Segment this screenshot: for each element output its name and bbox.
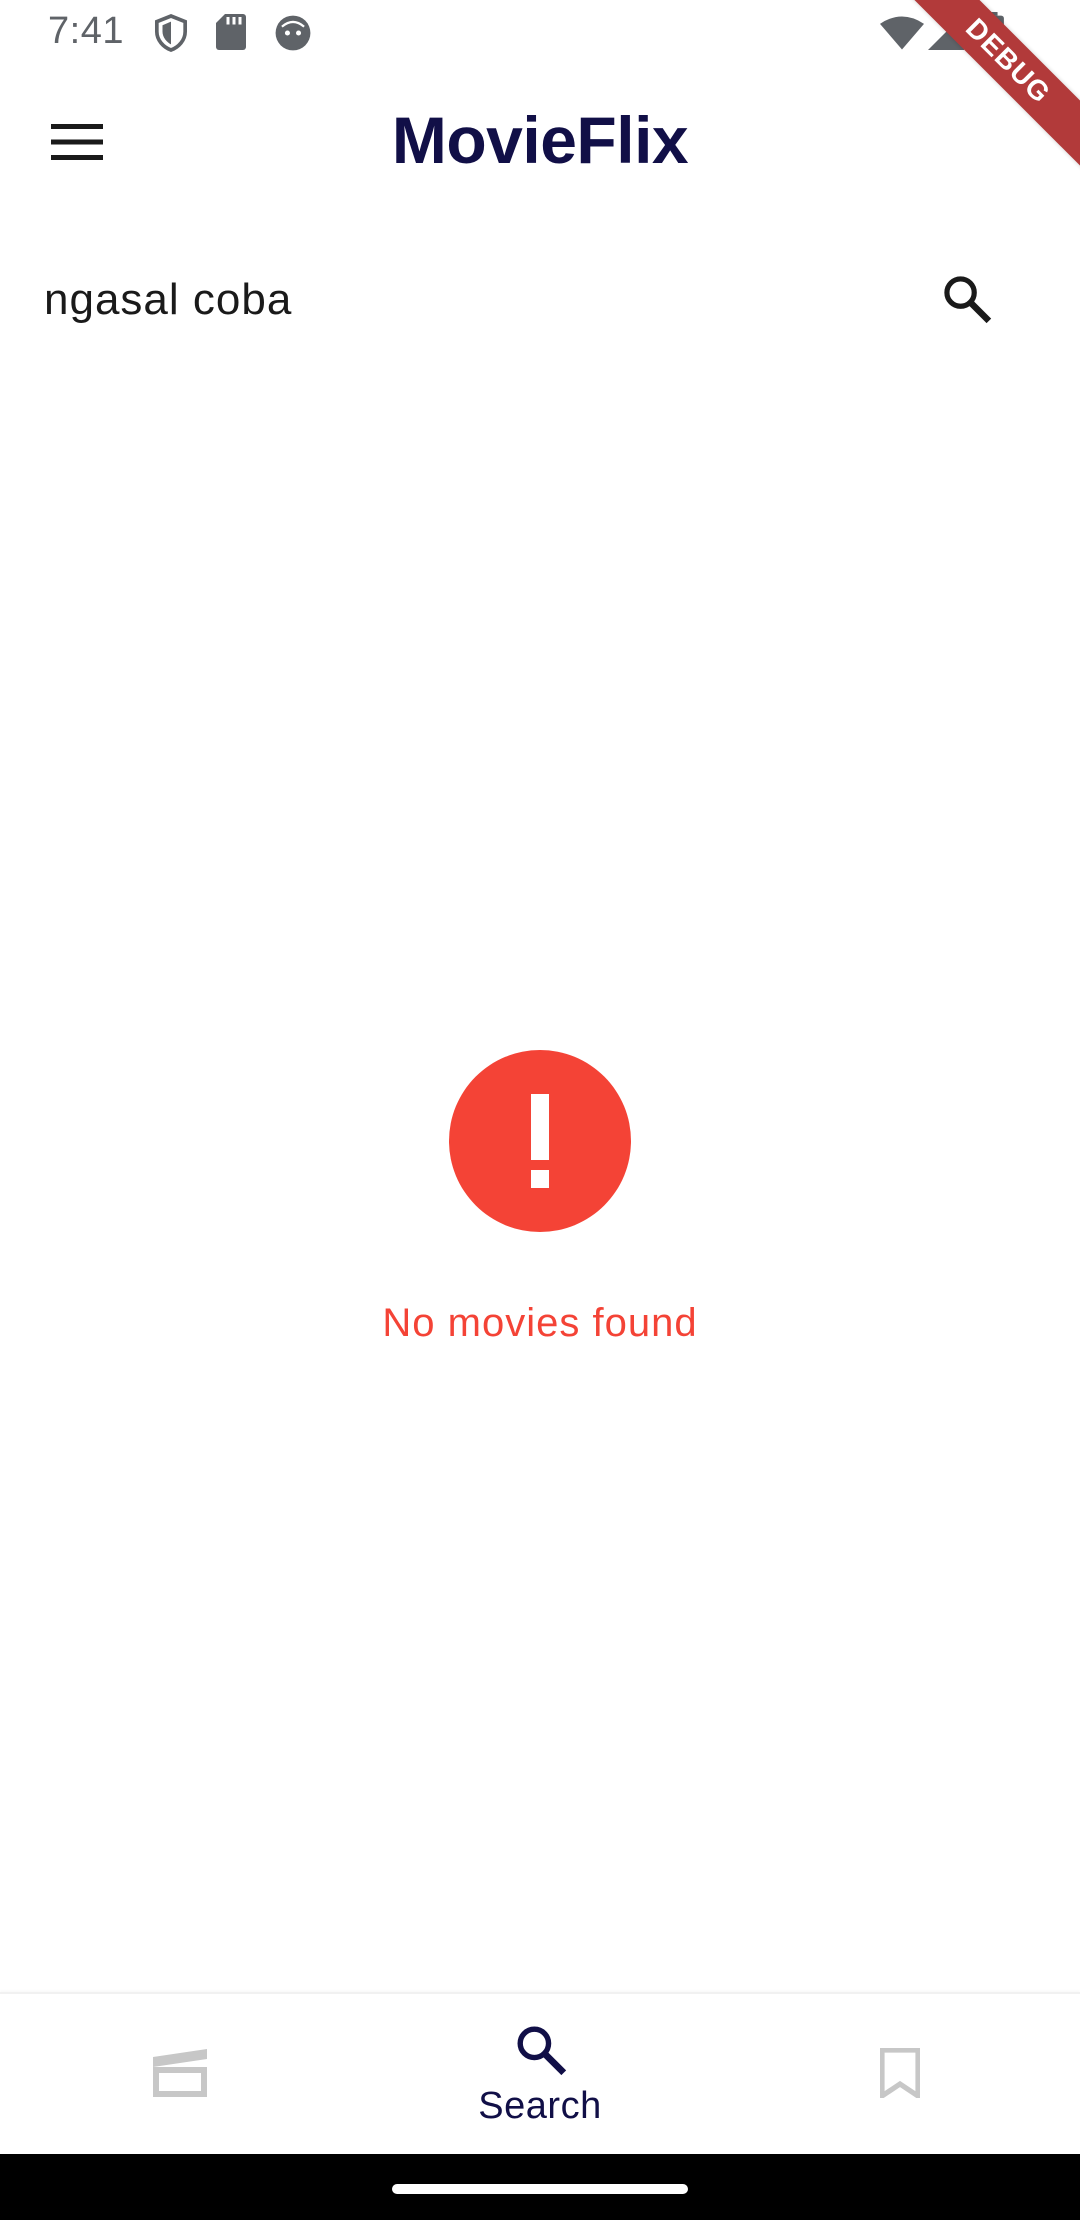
nav-item-movies[interactable] (0, 1994, 360, 2156)
error-message: No movies found (382, 1301, 698, 1345)
nav-item-search[interactable]: Search (360, 1994, 720, 2156)
app-title: MovieFlix (391, 103, 689, 177)
empty-state: No movies found (0, 1050, 1080, 1346)
home-gesture-handle[interactable] (392, 2184, 688, 2194)
bookmark-icon (879, 2046, 921, 2103)
system-navigation-bar (0, 2154, 1080, 2220)
search-row (0, 250, 1080, 350)
status-bar: 7:41 (0, 0, 1080, 66)
search-button[interactable] (930, 264, 1002, 336)
sd-card-icon (216, 14, 246, 55)
nav-label-search: Search (478, 2085, 602, 2127)
status-time: 7:41 (48, 10, 124, 52)
search-icon (940, 272, 992, 329)
android-face-icon (274, 14, 312, 57)
bottom-navigation: Search (0, 1992, 1080, 2156)
shield-icon (154, 14, 188, 57)
search-input[interactable] (44, 250, 904, 350)
wifi-icon (880, 16, 924, 55)
screen: 7:41 DEBUG MovieFlix ngasal coba No movi… (0, 0, 1080, 2220)
nav-item-bookmarks[interactable] (720, 1994, 1080, 2156)
search-icon (513, 2022, 567, 2081)
movie-clapper-icon (151, 2048, 209, 2102)
error-circle-icon (449, 1050, 631, 1232)
app-bar: MovieFlix (0, 66, 1080, 220)
